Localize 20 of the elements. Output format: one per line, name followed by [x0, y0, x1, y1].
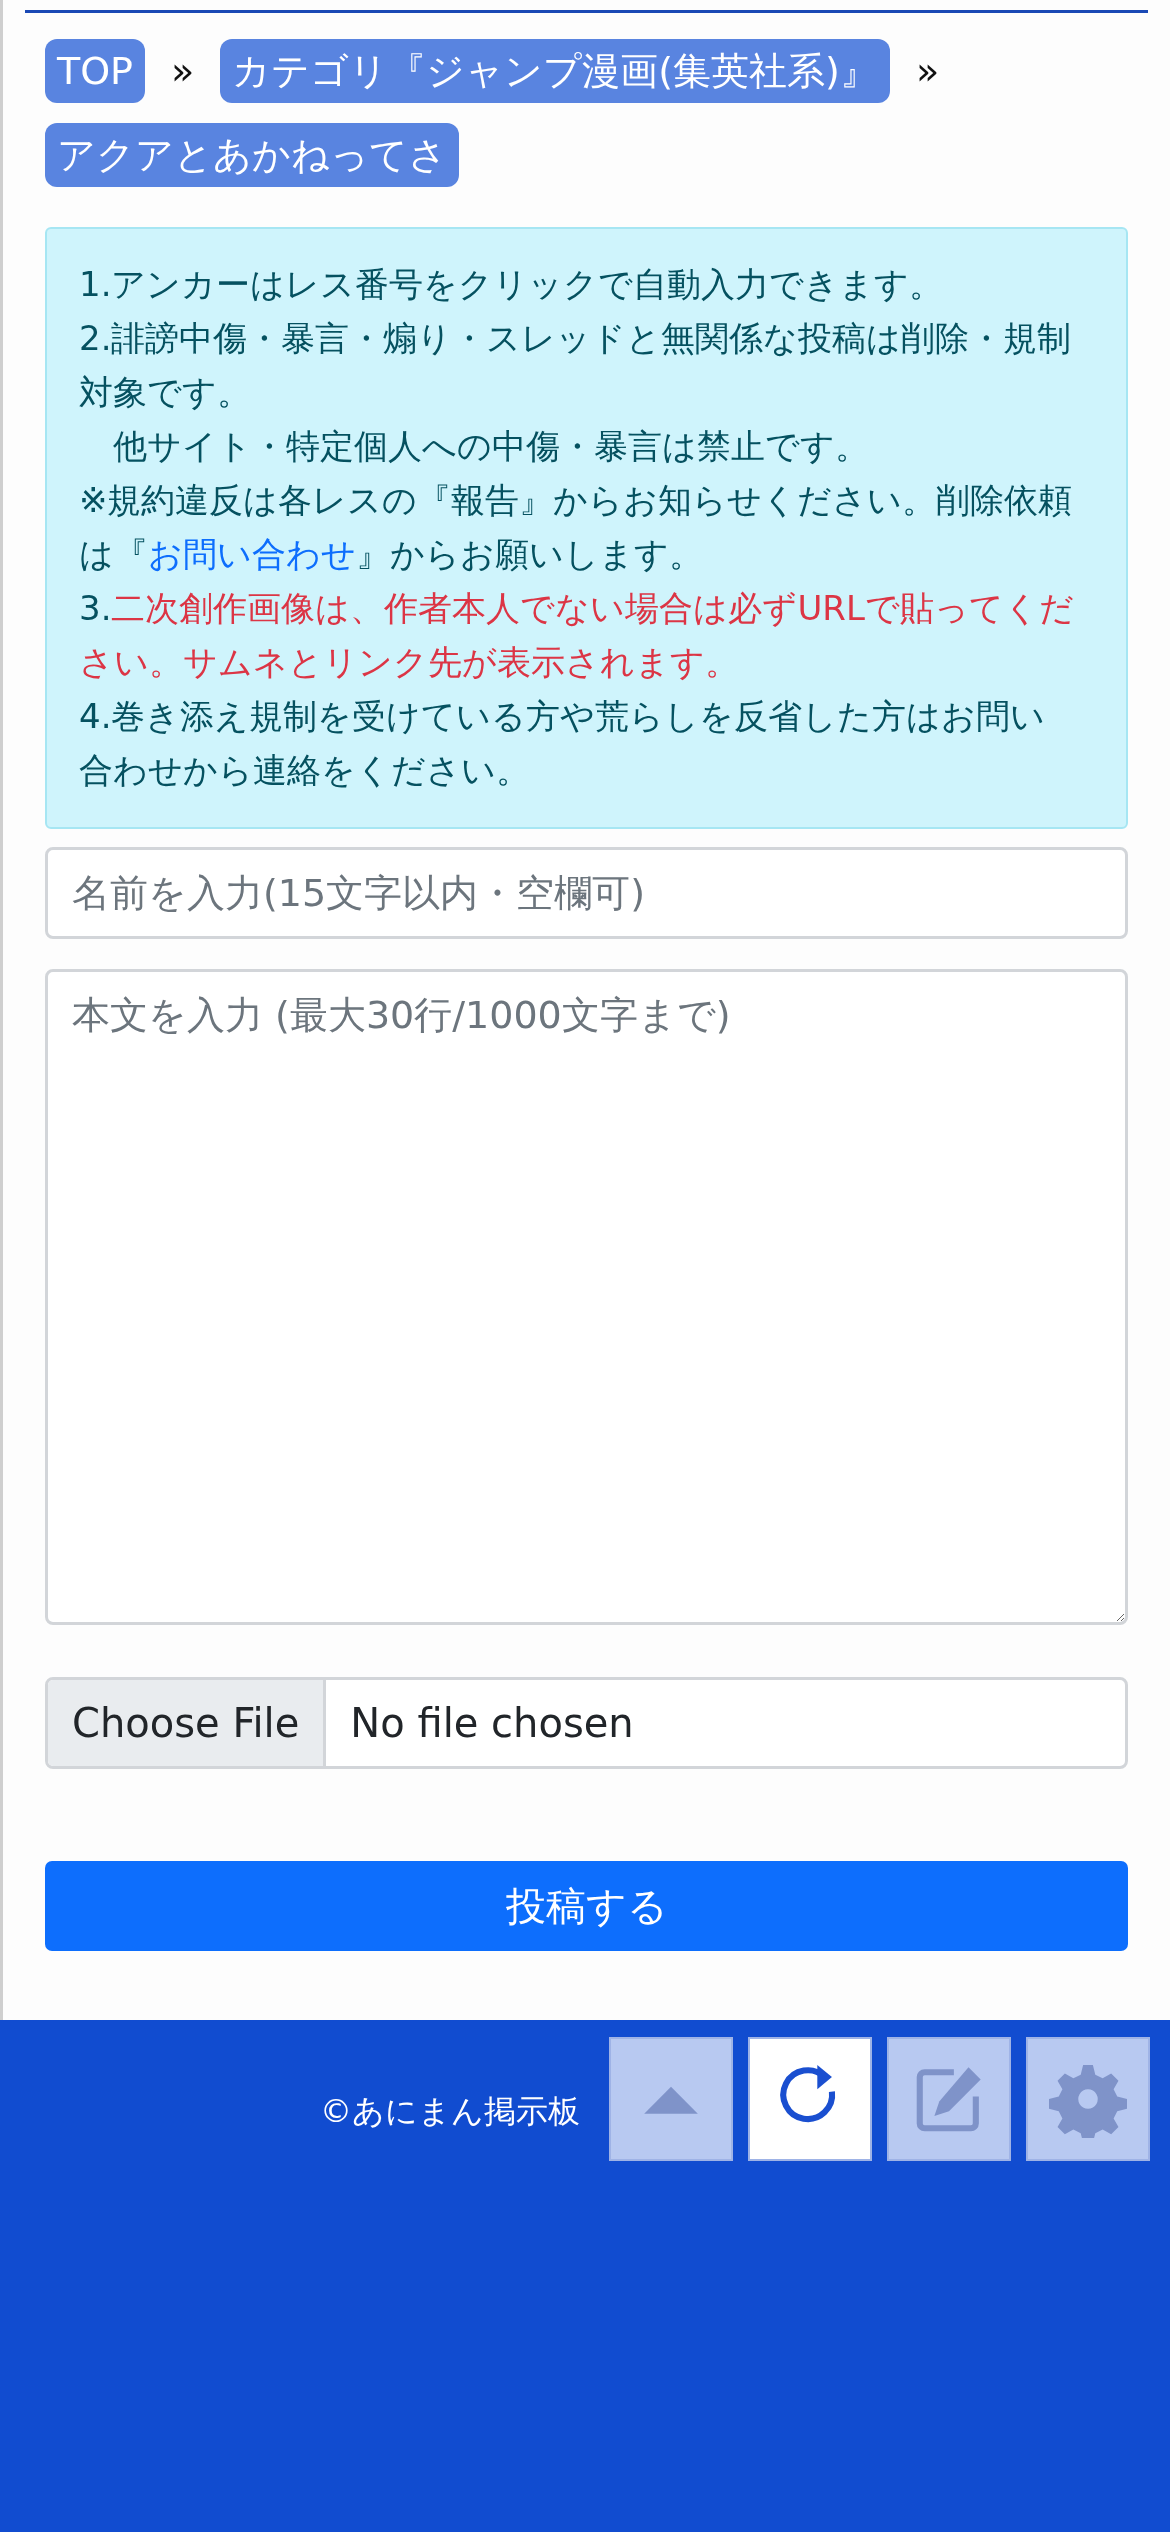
- notice-text: 他サイト・特定個人への中傷・暴言は禁止です。: [112, 425, 870, 468]
- reload-button[interactable]: [748, 2037, 872, 2161]
- file-input[interactable]: Choose File No file chosen: [45, 1677, 1128, 1769]
- notice-text: 1.アンカーはレス番号をクリックで自動入力できます。: [79, 263, 945, 306]
- notice-text: 2.誹謗中傷・暴言・煽り・スレッドと無関係な投稿は削除・規制対象です。: [79, 317, 1073, 414]
- notice-text: ※規約違反は各レスの『報告』からお知らせください。削除依頼は『お問い合わせ』からお願いします。: [79, 479, 1074, 576]
- choose-file-button[interactable]: Choose File: [48, 1680, 327, 1766]
- breadcrumb-link[interactable]: アクアとあかねってさ: [45, 123, 459, 187]
- copyright-text: ©あにまん掲示板: [320, 2091, 580, 2132]
- file-status: No file chosen: [349, 1699, 635, 1748]
- breadcrumb-separator: »: [171, 49, 195, 93]
- notice-text: 3.二次創作画像は、作者本人でない場合は必ずURLで貼ってください。サムネとリンク先が表示されます。: [79, 587, 1075, 684]
- message-field[interactable]: 本文を入力 (最大30行/1000文字まで): [45, 969, 1128, 1625]
- name-field[interactable]: 名前を入力(15文字以内・空欄可): [45, 847, 1128, 939]
- notice-text: 4.巻き添え規制を受けている方や荒らしを反省した方はお問い合わせから連絡をください。: [79, 695, 1047, 792]
- breadcrumb-link[interactable]: TOP: [45, 39, 146, 103]
- breadcrumb-link[interactable]: カテゴリ『ジャンプ漫画(集英社系)』: [220, 39, 890, 103]
- submit-button[interactable]: 投稿する: [45, 1861, 1128, 1951]
- breadcrumb-separator: »: [915, 49, 940, 93]
- contact-link[interactable]: お問い合わせ: [148, 534, 356, 574]
